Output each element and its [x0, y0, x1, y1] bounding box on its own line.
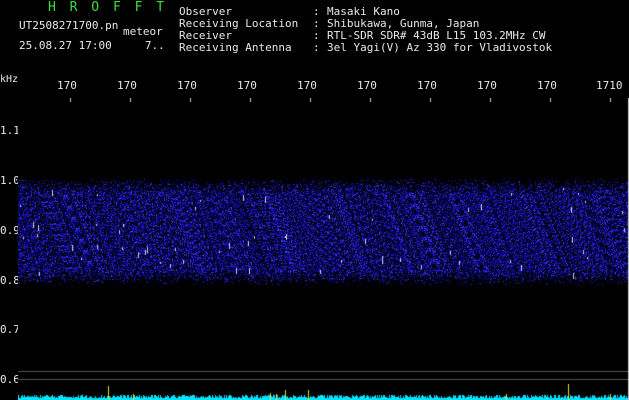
x-tick-label: 170 — [117, 80, 137, 91]
x-tick-label: 170 — [57, 80, 77, 91]
x-tick-label: 170 — [237, 80, 257, 91]
observer-value: Masaki Kano — [327, 5, 400, 18]
app-brand: H R O F F T — [48, 0, 168, 15]
receiver-label: Receiver — [179, 29, 232, 42]
location-label: Receiving Location — [179, 17, 299, 30]
location-colon: : — [313, 17, 320, 30]
antenna-value: 3el Yagi(V) Az 330 for Vladivostok — [327, 41, 553, 54]
antenna-label: Receiving Antenna — [179, 41, 292, 54]
y-axis-unit: kHz — [0, 74, 19, 85]
file-name: UT2508271700.pn — [19, 19, 119, 32]
x-tick-label: 170 — [357, 80, 377, 91]
x-tick-label: 170 — [297, 80, 317, 91]
x-tick-label: 170 — [177, 80, 197, 91]
antenna-colon: : — [313, 41, 320, 54]
y-tick-label: 0.6 — [0, 373, 20, 386]
detection-tag: meteor — [123, 25, 163, 38]
y-tick-label: 0.9 — [0, 224, 20, 237]
spectrogram-canvas — [18, 98, 629, 400]
x-tick-label: 170 — [537, 80, 557, 91]
receiver-value: RTL-SDR SDR# 43dB L15 103.2MHz CW — [327, 29, 546, 42]
y-tick-label: 1.0 — [0, 174, 20, 187]
y-tick-label: 0.7 — [0, 323, 20, 336]
hrofft-spectrogram-window: H R O F F T UT2508271700.pn meteor 25.08… — [0, 0, 629, 400]
y-tick-label: 0.8 — [0, 274, 20, 287]
observer-colon: : — [313, 5, 320, 18]
x-tick-label: 170 — [477, 80, 497, 91]
observer-label: Observer — [179, 5, 232, 18]
capture-datetime: 25.08.27 17:00 7.. — [19, 39, 165, 52]
x-tick-label: 170 — [417, 80, 437, 91]
location-value: Shibukawa, Gunma, Japan — [327, 17, 480, 30]
receiver-colon: : — [313, 29, 320, 42]
y-tick-label: 1.1 — [0, 124, 20, 137]
x-tick-label: 1710 — [596, 80, 623, 91]
